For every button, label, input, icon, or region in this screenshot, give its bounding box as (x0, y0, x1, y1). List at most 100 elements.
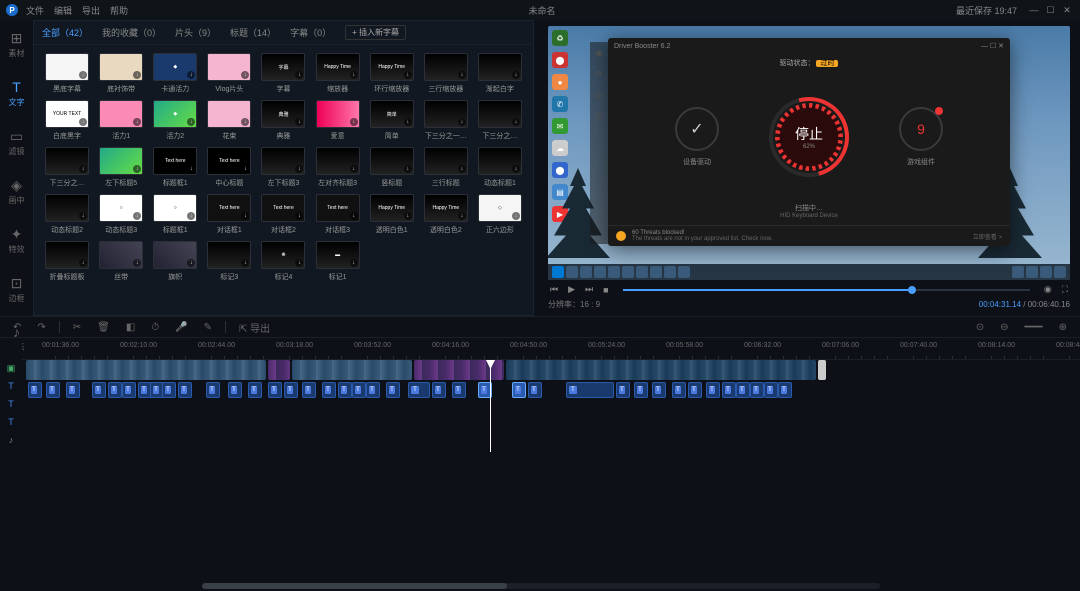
text-clip[interactable]: T (228, 382, 242, 398)
title-template[interactable]: Happy Time缩放器 (313, 53, 363, 94)
text-clip[interactable]: T (528, 382, 542, 398)
title-template[interactable]: 渐起白字 (475, 53, 525, 94)
title-template[interactable]: Text here中心标题 (204, 147, 254, 188)
title-template[interactable]: 左下标题5 (96, 147, 146, 188)
play-button[interactable]: ▶ (566, 284, 577, 295)
title-template[interactable]: Happy Time环行缩放器 (367, 53, 417, 94)
next-frame-button[interactable]: ⏭ (583, 284, 595, 295)
menu-file[interactable]: 文件 (26, 4, 44, 17)
title-template[interactable]: 底衬饰带 (96, 53, 146, 94)
title-template[interactable]: ▬标记1 (313, 241, 363, 282)
title-template[interactable]: 动态标题1 (475, 147, 525, 188)
text-clip[interactable]: T (162, 382, 176, 398)
text-clip[interactable]: T (764, 382, 778, 398)
video-track-icon[interactable]: ▣ (0, 360, 22, 376)
library-tab[interactable]: 我的收藏（0） (102, 26, 161, 39)
library-tab[interactable]: 字幕（0） (290, 26, 331, 39)
text-clip[interactable]: T (634, 382, 648, 398)
title-template[interactable]: ❋标记4 (258, 241, 308, 282)
library-tab[interactable]: 标题（14） (230, 26, 276, 39)
minimize-button[interactable]: — (1027, 5, 1041, 15)
paint-button[interactable]: ✎ (201, 322, 215, 333)
title-template[interactable]: 下三分之… (475, 100, 525, 141)
export-button[interactable]: ⇱ 导出 (236, 320, 273, 335)
title-template[interactable]: 动态标题2 (42, 194, 92, 235)
text-track-icon[interactable]: T (0, 378, 22, 394)
text-clip[interactable]: T (322, 382, 336, 398)
menu-edit[interactable]: 编辑 (54, 4, 72, 17)
text-clip[interactable]: T (338, 382, 352, 398)
text-clip[interactable]: T (778, 382, 792, 398)
text-clip[interactable]: T (672, 382, 686, 398)
title-template[interactable]: Happy Time透明白色1 (367, 194, 417, 235)
timeline-ruler[interactable]: 00:01:36.0000:02:10.0000:02:44.0000:03:1… (22, 338, 1080, 360)
title-template[interactable]: 下三分之一… (421, 100, 471, 141)
title-template[interactable]: 花束 (204, 100, 254, 141)
timeline-scrollbar[interactable] (202, 583, 880, 589)
text-clip[interactable]: T (284, 382, 298, 398)
text-clip[interactable]: T (178, 382, 192, 398)
title-template[interactable]: 折叠标题板 (42, 241, 92, 282)
title-template[interactable]: 字幕字幕 (258, 53, 308, 94)
title-template[interactable]: 标记3 (204, 241, 254, 282)
zoom-out-button[interactable]: ⊖ (997, 322, 1011, 333)
audio-track[interactable] (22, 436, 1080, 452)
library-tab[interactable]: 全部（42） (42, 26, 88, 39)
side-tab-特效[interactable]: ✦特效 (0, 222, 33, 259)
delete-button[interactable]: 🗑 (94, 322, 113, 333)
title-template[interactable]: 左下标题3 (258, 147, 308, 188)
side-tab-边框[interactable]: ⊡边框 (0, 271, 33, 308)
audio-track-icon[interactable]: ♪ (0, 432, 22, 448)
title-template[interactable]: 典雅典雅 (258, 100, 308, 141)
snapshot-button[interactable]: ◉ (1042, 284, 1054, 295)
text-clip[interactable]: T (302, 382, 316, 398)
text-clip[interactable]: T (452, 382, 466, 398)
title-template[interactable]: 丝带 (96, 241, 146, 282)
title-template[interactable]: 三行标题 (421, 147, 471, 188)
text-clip[interactable]: T (386, 382, 400, 398)
end-marker[interactable] (818, 360, 826, 380)
text-clip[interactable]: T (652, 382, 666, 398)
preview-progress[interactable] (623, 289, 1030, 291)
text-clip[interactable]: T (688, 382, 702, 398)
title-template[interactable]: 旗帜 (150, 241, 200, 282)
text-clip[interactable]: T (206, 382, 220, 398)
video-clip[interactable] (26, 360, 266, 380)
text-clip[interactable]: T (268, 382, 282, 398)
text-clip[interactable]: T (432, 382, 446, 398)
title-template[interactable]: Text here对话框1 (204, 194, 254, 235)
title-template[interactable]: ○动态标题3 (96, 194, 146, 235)
text-clip[interactable]: T (706, 382, 720, 398)
split-button[interactable]: ✂ (70, 322, 84, 333)
timeline-body[interactable]: 00:01:36.0000:02:10.0000:02:44.0000:03:1… (22, 338, 1080, 591)
text-track-3[interactable] (22, 418, 1080, 434)
side-tab-文字[interactable]: T文字 (0, 75, 33, 112)
speed-button[interactable]: ⏱ (148, 322, 162, 333)
title-template[interactable]: 简单简单 (367, 100, 417, 141)
prev-frame-button[interactable]: ⏮ (548, 284, 560, 295)
title-template[interactable]: 下三分之… (42, 147, 92, 188)
close-button[interactable]: ✕ (1060, 5, 1074, 16)
text-clip[interactable]: T (248, 382, 262, 398)
video-clip[interactable] (292, 360, 412, 380)
title-template[interactable]: 黑底字幕 (42, 53, 92, 94)
crop-button[interactable]: ◧ (123, 322, 138, 333)
text-track-2[interactable] (22, 400, 1080, 416)
title-template[interactable]: ◆卡通活力 (150, 53, 200, 94)
text-clip[interactable]: T (366, 382, 380, 398)
zoom-in-button[interactable]: ⊕ (1056, 322, 1070, 333)
library-tab[interactable]: 片头（9） (175, 26, 216, 39)
menu-help[interactable]: 帮助 (110, 4, 128, 17)
title-template[interactable]: 活力1 (96, 100, 146, 141)
text-clip[interactable]: T (108, 382, 122, 398)
title-template[interactable]: Text here对话框2 (258, 194, 308, 235)
side-tab-画中[interactable]: ◈画中 (0, 173, 33, 210)
text-track-icon-2[interactable]: T (0, 396, 22, 412)
playhead[interactable] (490, 360, 491, 452)
title-template[interactable]: 左对齐标题3 (313, 147, 363, 188)
video-track[interactable] (22, 360, 1080, 380)
undo-button[interactable]: ↶ (10, 322, 24, 333)
title-template[interactable]: Text here标题框1 (150, 147, 200, 188)
text-clip[interactable]: T (750, 382, 764, 398)
text-clip[interactable]: T (736, 382, 750, 398)
